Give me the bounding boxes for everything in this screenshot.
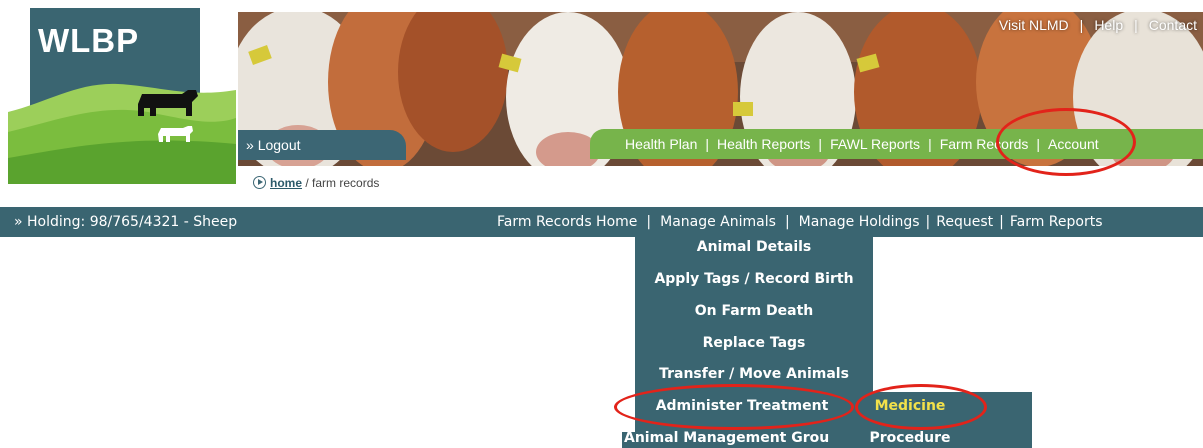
top-utility-links: Visit NLMD | Help | Contact: [999, 17, 1197, 33]
nav-manage-holdings[interactable]: Manage Holdings: [799, 214, 920, 230]
submenu-item-medicine[interactable]: Medicine: [860, 398, 960, 414]
menu-item-on-farm-death[interactable]: On Farm Death: [635, 303, 873, 319]
menu-item-apply-tags-record-birth[interactable]: Apply Tags / Record Birth: [635, 271, 873, 287]
logo-text: WLBP: [38, 22, 140, 59]
nav-request[interactable]: Request: [936, 214, 993, 230]
separator: |: [646, 214, 652, 230]
main-nav: Health Plan | Health Reports | FAWL Reports |…: [590, 129, 1203, 159]
farm-records-nav: Farm Records Home | Manage Animals | Manage …: [497, 207, 1103, 237]
menu-item-administer-treatment[interactable]: Administer Treatment: [623, 398, 861, 414]
separator: |: [705, 136, 710, 152]
menu-item-animal-management-groups[interactable]: Animal Management Grou: [624, 430, 842, 446]
chevron-icon: »: [246, 137, 254, 153]
breadcrumb: home / farm records: [253, 176, 379, 190]
breadcrumb-current: / farm records: [305, 176, 380, 190]
visit-nlmd-link[interactable]: Visit NLMD: [999, 17, 1069, 33]
nav-health-reports[interactable]: Health Reports: [717, 136, 810, 152]
wlbp-logo[interactable]: WLBP: [8, 8, 236, 184]
menu-item-animal-details[interactable]: Animal Details: [635, 239, 873, 255]
treatment-submenu: Medicine Procedure: [860, 392, 1032, 448]
separator: |: [928, 136, 932, 152]
holding-label: » Holding: 98/765/4321 - Sheep: [14, 214, 238, 230]
separator: |: [1079, 17, 1084, 33]
separator: |: [784, 214, 790, 230]
menu-item-transfer-move-animals[interactable]: Transfer / Move Animals: [635, 366, 873, 382]
nav-farm-records[interactable]: Farm Records: [940, 136, 1029, 152]
nav-manage-animals[interactable]: Manage Animals: [660, 214, 776, 230]
nav-farm-records-home[interactable]: Farm Records Home: [497, 214, 637, 230]
help-link[interactable]: Help: [1094, 17, 1123, 33]
nav-account[interactable]: Account: [1048, 136, 1099, 152]
separator: |: [1134, 17, 1138, 33]
menu-item-replace-tags[interactable]: Replace Tags: [635, 335, 873, 351]
separator: |: [999, 214, 1004, 230]
separator: |: [818, 136, 823, 152]
logout-tab[interactable]: » Logout: [238, 130, 406, 160]
nav-fawl-reports[interactable]: FAWL Reports: [830, 136, 920, 152]
contact-link[interactable]: Contact: [1149, 17, 1197, 33]
separator: |: [1036, 136, 1041, 152]
nav-farm-reports[interactable]: Farm Reports: [1010, 214, 1103, 230]
manage-animals-dropdown: Animal Details Apply Tags / Record Birth…: [635, 237, 873, 448]
nav-health-plan[interactable]: Health Plan: [625, 136, 697, 152]
submenu-item-procedure[interactable]: Procedure: [860, 430, 960, 446]
logout-link[interactable]: Logout: [258, 137, 301, 153]
separator: |: [925, 214, 931, 230]
breadcrumb-home-link[interactable]: home: [270, 176, 302, 190]
play-circle-icon: [253, 176, 266, 189]
